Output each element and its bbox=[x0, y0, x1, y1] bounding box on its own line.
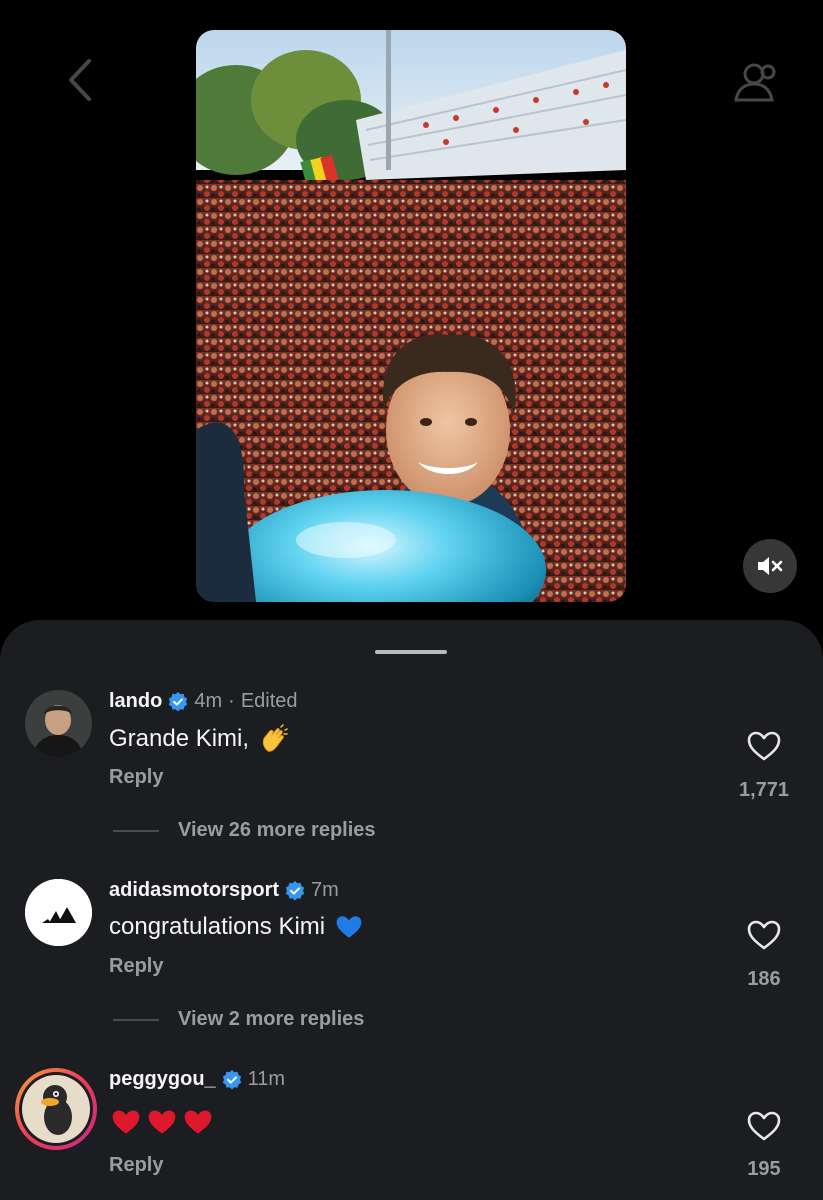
red-heart-icon bbox=[183, 1108, 213, 1136]
reply-button[interactable]: Reply bbox=[109, 1154, 163, 1177]
edited-label: Edited bbox=[240, 690, 298, 712]
view-more-replies[interactable]: View 26 more replies bbox=[113, 819, 376, 842]
meta-separator: · bbox=[228, 690, 235, 712]
reply-button[interactable]: Reply bbox=[109, 955, 163, 978]
username[interactable]: adidasmotorsport bbox=[109, 879, 279, 902]
divider-line bbox=[113, 1018, 159, 1021]
post-media-area bbox=[0, 0, 823, 620]
chevron-left-icon bbox=[69, 59, 91, 101]
like-count: 1,771 bbox=[738, 779, 790, 801]
post-photo[interactable] bbox=[196, 30, 626, 602]
avatar bbox=[22, 1075, 90, 1143]
comment-text: congratulations Kimi bbox=[109, 913, 363, 941]
divider-line bbox=[113, 829, 159, 832]
comment-header: peggygou_ 11m bbox=[109, 1068, 285, 1091]
tag-people-icon bbox=[734, 63, 776, 102]
reply-button[interactable]: Reply bbox=[109, 766, 163, 789]
verified-badge-icon bbox=[168, 691, 188, 712]
blue-heart-icon bbox=[335, 914, 363, 940]
comment-text: Grande Kimi, bbox=[109, 724, 289, 754]
verified-badge-icon bbox=[222, 1069, 242, 1090]
speaker-muted-icon bbox=[758, 557, 783, 575]
clapping-hands-icon bbox=[259, 724, 289, 754]
tagged-people-button[interactable] bbox=[728, 58, 784, 106]
back-button[interactable] bbox=[58, 58, 102, 102]
view-more-replies[interactable]: View 2 more replies bbox=[113, 1008, 364, 1031]
verified-badge-icon bbox=[285, 880, 305, 901]
like-button[interactable] bbox=[741, 915, 787, 955]
avatar-story-ring[interactable] bbox=[15, 1068, 97, 1150]
comments-sheet: lando 4m · Edited Grande Kimi, Reply 1,7… bbox=[0, 620, 823, 1200]
like-button[interactable] bbox=[741, 726, 787, 766]
adidas-logo-icon bbox=[25, 879, 92, 946]
like-count: 195 bbox=[747, 1158, 781, 1180]
comment-text bbox=[109, 1108, 213, 1136]
comment-time: 7m bbox=[311, 879, 339, 901]
red-heart-icon bbox=[147, 1108, 177, 1136]
comment-body: Grande Kimi, bbox=[109, 725, 250, 752]
avatar-ring-gap bbox=[19, 1072, 93, 1146]
comment-time: 4m bbox=[194, 690, 223, 712]
heart-outline-icon bbox=[747, 1111, 781, 1141]
view-more-replies-label: View 2 more replies bbox=[178, 1008, 365, 1030]
view-more-replies-label: View 26 more replies bbox=[178, 819, 376, 841]
username[interactable]: lando bbox=[109, 690, 162, 713]
like-count: 186 bbox=[747, 968, 781, 990]
sheet-grabber-handle[interactable] bbox=[375, 650, 447, 654]
mute-toggle-button[interactable] bbox=[743, 539, 797, 593]
heart-outline-icon bbox=[747, 731, 781, 761]
comment-time: 11m bbox=[247, 1068, 286, 1090]
avatar[interactable] bbox=[25, 879, 92, 946]
comment-header: adidasmotorsport 7m bbox=[109, 879, 339, 902]
username[interactable]: peggygou_ bbox=[109, 1068, 216, 1091]
comment-header: lando 4m · Edited bbox=[109, 690, 298, 713]
red-heart-icon bbox=[111, 1108, 141, 1136]
avatar[interactable] bbox=[25, 690, 92, 757]
heart-outline-icon bbox=[747, 920, 781, 950]
comment-body: congratulations Kimi bbox=[109, 913, 326, 940]
like-button[interactable] bbox=[741, 1106, 787, 1146]
